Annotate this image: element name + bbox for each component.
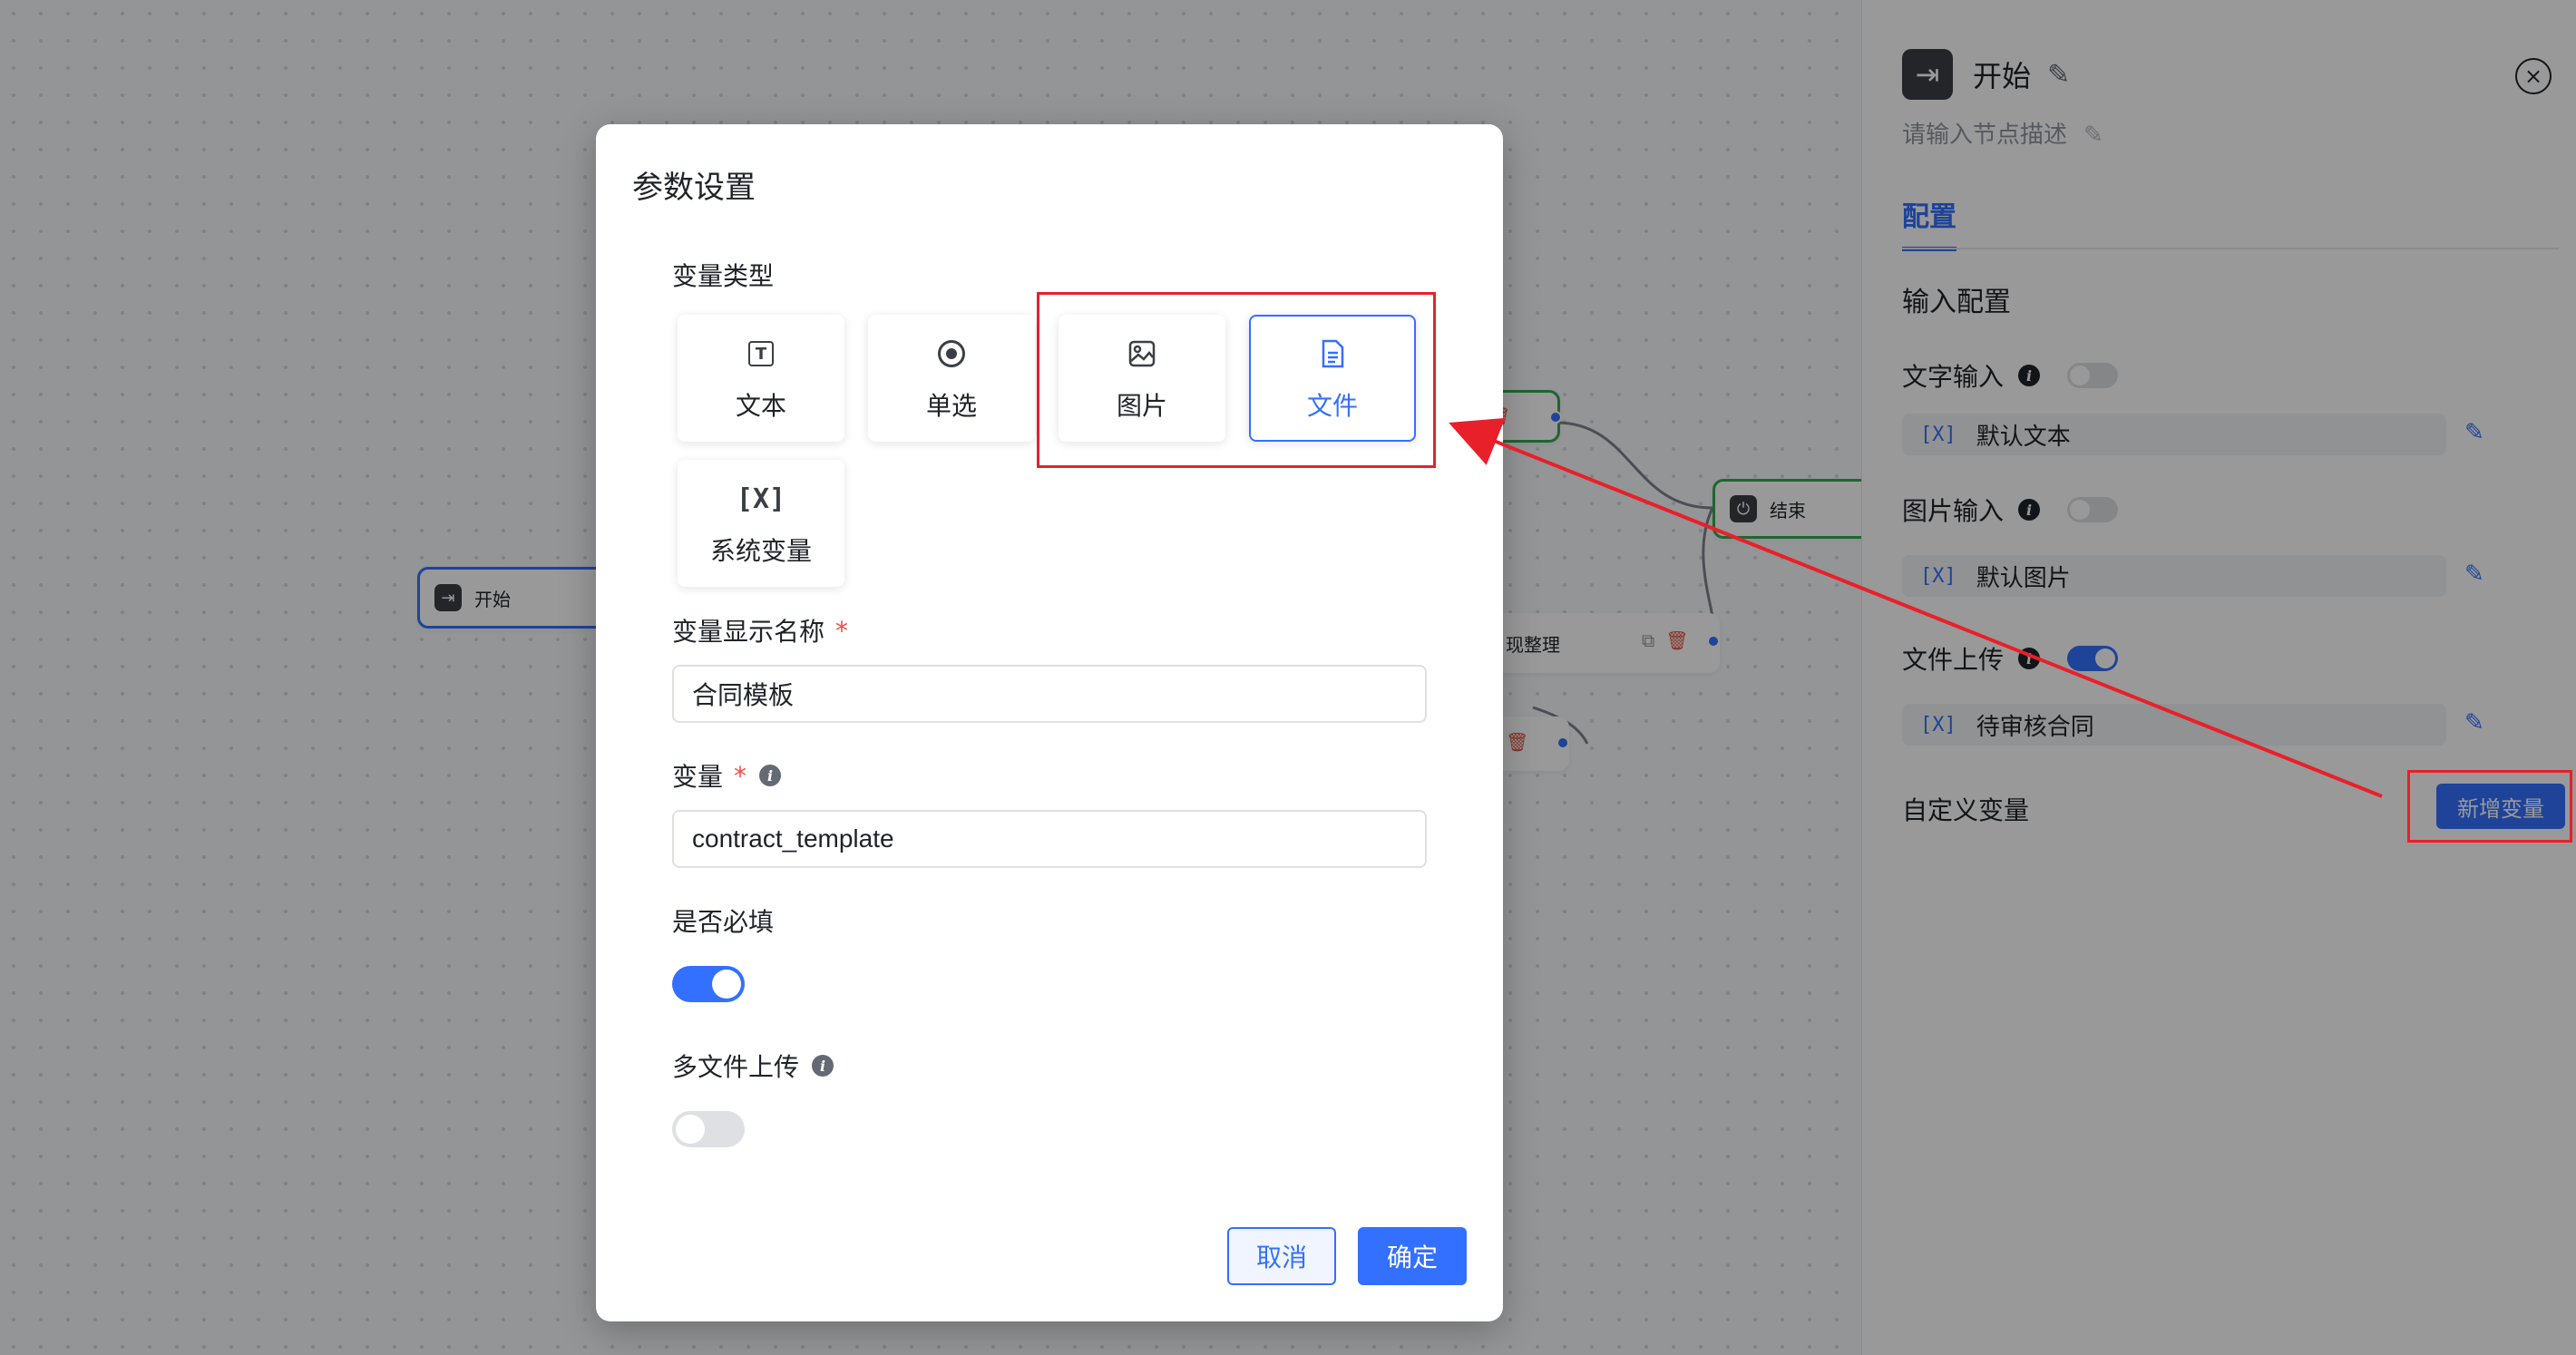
annotation-arrow [1449,417,2383,798]
